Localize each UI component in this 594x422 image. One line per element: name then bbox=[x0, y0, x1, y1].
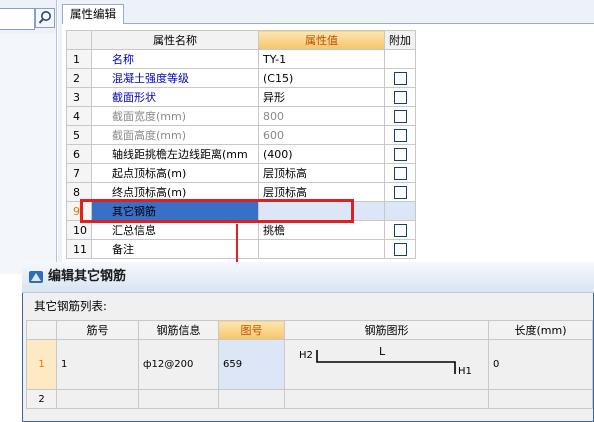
property-row[interactable]: 5 截面高度(mm) 600 bbox=[66, 125, 416, 145]
property-name[interactable]: 轴线距挑檐左边线距离(mm bbox=[91, 144, 259, 164]
bar-no-header: 筋号 bbox=[56, 320, 139, 340]
rebar-shape-drawing: H2 L H1 bbox=[299, 345, 472, 377]
bar-info-cell[interactable]: ф12@200 bbox=[138, 339, 219, 390]
extra-checkbox[interactable] bbox=[393, 71, 407, 85]
tab-property-edit[interactable]: 属性编辑 bbox=[62, 4, 124, 24]
bar-no-cell[interactable] bbox=[56, 389, 139, 409]
row-index: 7 bbox=[66, 163, 92, 183]
property-value[interactable]: (400) bbox=[258, 144, 385, 164]
property-row[interactable]: 2 混凝土强度等级 (C15) bbox=[66, 68, 416, 88]
rebar-list-label: 其它钢筋列表: bbox=[34, 299, 107, 313]
property-value[interactable]: 异形 bbox=[258, 87, 385, 107]
extra-checkbox[interactable] bbox=[393, 185, 407, 199]
property-row[interactable]: 6 轴线距挑檐左边线距离(mm (400) bbox=[66, 144, 416, 164]
row-index: 2 bbox=[66, 68, 92, 88]
shape-no-cell[interactable] bbox=[218, 389, 285, 409]
property-row[interactable]: 1 名称 TY-1 bbox=[66, 49, 416, 69]
length-cell[interactable]: 0 bbox=[488, 339, 593, 390]
shape-no-header: 图号 bbox=[218, 320, 285, 340]
row-index: 1 bbox=[26, 339, 57, 390]
extra-checkbox[interactable] bbox=[393, 242, 407, 256]
property-name-header: 属性名称 bbox=[91, 30, 259, 50]
bar-info-header: 钢筋信息 bbox=[138, 320, 219, 340]
row-index: 11 bbox=[66, 239, 92, 259]
property-name[interactable]: 名称 bbox=[91, 49, 259, 69]
row-index: 4 bbox=[66, 106, 92, 126]
property-value[interactable]: TY-1 bbox=[258, 49, 385, 69]
property-row[interactable]: 7 起点顶标高(m) 层顶标高 bbox=[66, 163, 416, 183]
extra-cell bbox=[384, 49, 416, 69]
dialog-title: 编辑其它钢筋 bbox=[48, 269, 127, 284]
property-name[interactable]: 备注 bbox=[91, 239, 259, 259]
shape-label-h1: H1 bbox=[458, 366, 472, 377]
property-value[interactable]: 800 bbox=[258, 106, 385, 126]
index-header bbox=[66, 30, 92, 50]
table-row[interactable]: 2 bbox=[26, 389, 593, 409]
extra-cell bbox=[384, 144, 416, 164]
property-name[interactable]: 起点顶标高(m) bbox=[91, 163, 259, 183]
search-icon bbox=[38, 11, 51, 24]
property-row[interactable]: 4 截面宽度(mm) 800 bbox=[66, 106, 416, 126]
property-name[interactable]: 截面形状 bbox=[91, 87, 259, 107]
rebar-shape-line bbox=[316, 350, 456, 374]
search-input[interactable] bbox=[0, 8, 35, 30]
extra-cell bbox=[384, 201, 416, 221]
row-index: 2 bbox=[26, 389, 57, 409]
shape-cell[interactable]: H2 L H1 bbox=[284, 339, 489, 390]
extra-cell bbox=[384, 239, 416, 259]
property-value-header: 属性值 bbox=[258, 30, 385, 50]
property-row[interactable]: 3 截面形状 异形 bbox=[66, 87, 416, 107]
row-index: 6 bbox=[66, 144, 92, 164]
shape-header: 钢筋图形 bbox=[284, 320, 489, 340]
property-name[interactable]: 截面高度(mm) bbox=[91, 125, 259, 145]
shape-label-l: L bbox=[379, 345, 386, 358]
bar-no-cell[interactable]: 1 bbox=[56, 339, 139, 390]
extra-cell bbox=[384, 68, 416, 88]
extra-cell bbox=[384, 87, 416, 107]
extra-checkbox[interactable] bbox=[393, 109, 407, 123]
extra-header: 附加 bbox=[384, 30, 416, 50]
row-index: 5 bbox=[66, 125, 92, 145]
extra-cell bbox=[384, 163, 416, 183]
extra-cell bbox=[384, 182, 416, 202]
length-header: 长度(mm) bbox=[488, 320, 593, 340]
extra-cell bbox=[384, 125, 416, 145]
extra-checkbox[interactable] bbox=[393, 166, 407, 180]
property-name[interactable]: 汇总信息 bbox=[91, 220, 259, 240]
highlight-box bbox=[80, 199, 354, 223]
extra-checkbox[interactable] bbox=[393, 128, 407, 142]
property-name[interactable]: 截面宽度(mm) bbox=[91, 106, 259, 126]
row-index: 1 bbox=[66, 49, 92, 69]
property-row[interactable]: 11 备注 bbox=[66, 239, 416, 259]
shape-label-h2: H2 bbox=[299, 350, 313, 361]
search-button[interactable] bbox=[35, 8, 55, 28]
table-row[interactable]: 1 1 ф12@200 659 H2 L H1 0 bbox=[26, 339, 593, 390]
rebar-table: 筋号 钢筋信息 图号 钢筋图形 长度(mm) 1 1 ф12@200 659 H… bbox=[26, 320, 593, 409]
property-value[interactable]: 600 bbox=[258, 125, 385, 145]
extra-cell bbox=[384, 220, 416, 240]
extra-checkbox[interactable] bbox=[393, 223, 407, 237]
row-index: 10 bbox=[66, 220, 92, 240]
property-value[interactable]: 层顶标高 bbox=[258, 163, 385, 183]
extra-cell bbox=[384, 106, 416, 126]
shape-cell[interactable] bbox=[284, 389, 489, 409]
length-cell[interactable] bbox=[488, 389, 593, 409]
app-icon bbox=[29, 271, 43, 283]
property-row[interactable]: 10 汇总信息 挑檐 bbox=[66, 220, 416, 240]
rebar-index-header bbox=[26, 320, 57, 340]
extra-checkbox[interactable] bbox=[393, 90, 407, 104]
property-table: 属性名称 属性值 附加 1 名称 TY-1 2 混凝土强度等级 (C15) 3 截面形状 异形 4… bbox=[66, 30, 416, 259]
row-index: 3 bbox=[66, 87, 92, 107]
component-tree-panel bbox=[0, 34, 57, 274]
property-name[interactable]: 混凝土强度等级 bbox=[91, 68, 259, 88]
property-value[interactable]: (C15) bbox=[258, 68, 385, 88]
extra-checkbox[interactable] bbox=[393, 147, 407, 161]
property-value[interactable]: 挑檐 bbox=[258, 220, 385, 240]
bar-info-cell[interactable] bbox=[138, 389, 219, 409]
property-value[interactable] bbox=[258, 239, 385, 259]
shape-no-cell[interactable]: 659 bbox=[218, 339, 285, 390]
